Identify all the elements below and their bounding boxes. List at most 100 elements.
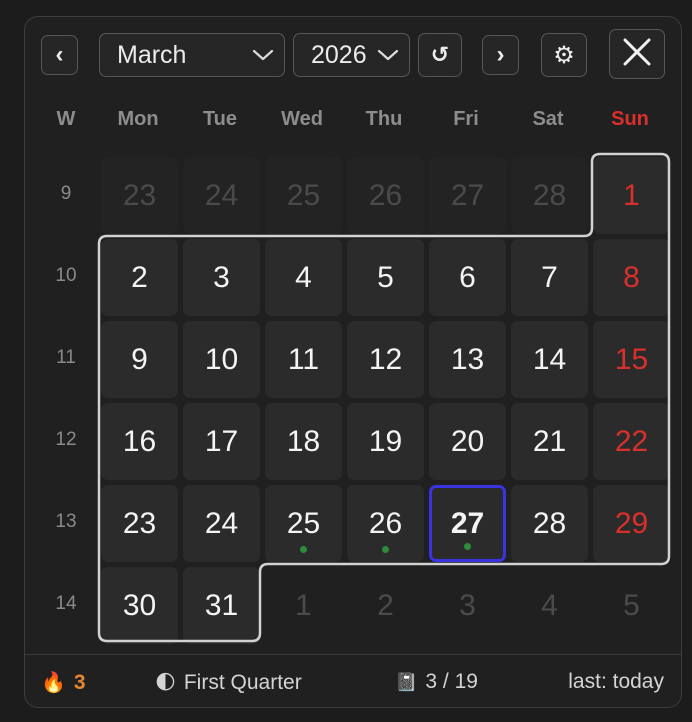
day-cell-outside-month[interactable]: 28	[511, 157, 588, 234]
day-cell-outside-month[interactable]: 2	[347, 567, 424, 644]
day-number: 4	[295, 260, 312, 294]
day-number: 5	[623, 588, 640, 622]
day-cell[interactable]: 1	[593, 157, 670, 234]
day-cell-outside-month[interactable]: 4	[511, 567, 588, 644]
week-number: 11	[56, 347, 76, 368]
day-number: 20	[450, 424, 485, 458]
day-cell[interactable]: 5	[347, 239, 424, 316]
day-number: 5	[377, 260, 394, 294]
day-cell[interactable]: 21	[511, 403, 588, 480]
day-cell[interactable]: 11	[265, 321, 342, 398]
day-number: 26	[368, 178, 403, 212]
event-dot	[464, 543, 471, 550]
day-cell[interactable]: 10	[183, 321, 260, 398]
day-cell[interactable]: 13	[429, 321, 506, 398]
day-cell-today[interactable]: 27	[429, 485, 506, 562]
day-number: 18	[286, 424, 321, 458]
day-number: 16	[122, 424, 157, 458]
day-cell-outside-month[interactable]: 3	[429, 567, 506, 644]
moon-icon: 🌓	[155, 672, 176, 694]
day-cell[interactable]: 25	[265, 485, 342, 562]
day-number: 30	[122, 588, 157, 622]
day-number: 25	[286, 506, 321, 540]
day-cell-outside-month[interactable]: 23	[101, 157, 178, 234]
week-number: 10	[55, 265, 77, 286]
close-button[interactable]	[609, 29, 665, 79]
day-cell[interactable]: 18	[265, 403, 342, 480]
status-bar: 🔥 3 🌓 First Quarter 📓 3 / 19 last: today	[25, 654, 681, 709]
day-number: 4	[541, 588, 558, 622]
day-cell[interactable]: 4	[265, 239, 342, 316]
week-number: 14	[55, 593, 77, 614]
day-cell[interactable]: 17	[183, 403, 260, 480]
day-number: 23	[122, 506, 157, 540]
day-number: 8	[623, 260, 640, 294]
day-cell-outside-month[interactable]: 5	[593, 567, 670, 644]
day-cell[interactable]: 30	[101, 567, 178, 644]
day-cell[interactable]: 6	[429, 239, 506, 316]
notebook-icon: 📓	[395, 671, 418, 692]
day-number: 24	[204, 178, 239, 212]
prev-month-button[interactable]: ‹	[41, 35, 78, 75]
day-cell[interactable]: 19	[347, 403, 424, 480]
year-select[interactable]: 2026	[293, 33, 410, 77]
day-number: 10	[204, 342, 239, 376]
day-cell[interactable]: 26	[347, 485, 424, 562]
day-number: 15	[614, 342, 649, 376]
day-cell[interactable]: 9	[101, 321, 178, 398]
day-number: 28	[532, 178, 567, 212]
day-number: 3	[213, 260, 230, 294]
day-number: 25	[286, 178, 321, 212]
day-cell[interactable]: 15	[593, 321, 670, 398]
day-cell[interactable]: 3	[183, 239, 260, 316]
journal-progress: 📓 3 / 19	[395, 670, 478, 694]
chevron-down-icon	[377, 48, 399, 62]
day-cell-outside-month[interactable]: 25	[265, 157, 342, 234]
day-number: 31	[204, 588, 239, 622]
day-cell[interactable]: 20	[429, 403, 506, 480]
day-cell[interactable]: 8	[593, 239, 670, 316]
day-cell-outside-month[interactable]: 26	[347, 157, 424, 234]
day-cell[interactable]: 28	[511, 485, 588, 562]
day-number: 17	[204, 424, 239, 458]
day-cell-outside-month[interactable]: 1	[265, 567, 342, 644]
streak-count: 3	[73, 670, 86, 694]
reset-today-button[interactable]: ↺	[418, 33, 462, 77]
weekday-header-wed: Wed	[281, 108, 323, 130]
day-number: 14	[532, 342, 567, 376]
fire-icon: 🔥	[41, 672, 66, 694]
next-month-button[interactable]: ›	[482, 35, 519, 75]
day-cell[interactable]: 24	[183, 485, 260, 562]
settings-button[interactable]: ⚙	[541, 33, 587, 77]
month-select-value: March	[117, 40, 187, 69]
day-number: 2	[377, 588, 394, 622]
day-cell[interactable]: 12	[347, 321, 424, 398]
day-number: 12	[368, 342, 403, 376]
weekday-header-sun: Sun	[611, 108, 649, 130]
day-cell[interactable]: 2	[101, 239, 178, 316]
day-cell-outside-month[interactable]: 27	[429, 157, 506, 234]
day-number: 9	[131, 342, 148, 376]
day-cell[interactable]: 22	[593, 403, 670, 480]
day-number: 1	[295, 588, 312, 622]
last-entry-indicator: last: today	[568, 670, 664, 694]
day-cell-outside-month[interactable]: 24	[183, 157, 260, 234]
day-number: 7	[541, 260, 558, 294]
week-number-header: W	[56, 108, 76, 130]
day-number: 22	[614, 424, 649, 458]
day-number: 11	[287, 342, 320, 376]
day-number: 24	[204, 506, 239, 540]
day-number: 2	[131, 260, 148, 294]
refresh-icon: ↺	[430, 42, 450, 67]
day-cell[interactable]: 23	[101, 485, 178, 562]
day-cell[interactable]: 31	[183, 567, 260, 644]
year-select-value: 2026	[311, 40, 367, 69]
day-cell[interactable]: 29	[593, 485, 670, 562]
month-select[interactable]: March	[99, 33, 285, 77]
day-cell[interactable]: 16	[101, 403, 178, 480]
day-cell[interactable]: 7	[511, 239, 588, 316]
moon-phase-label: First Quarter	[183, 670, 302, 694]
close-icon	[622, 37, 652, 72]
day-number: 6	[459, 260, 476, 294]
day-cell[interactable]: 14	[511, 321, 588, 398]
